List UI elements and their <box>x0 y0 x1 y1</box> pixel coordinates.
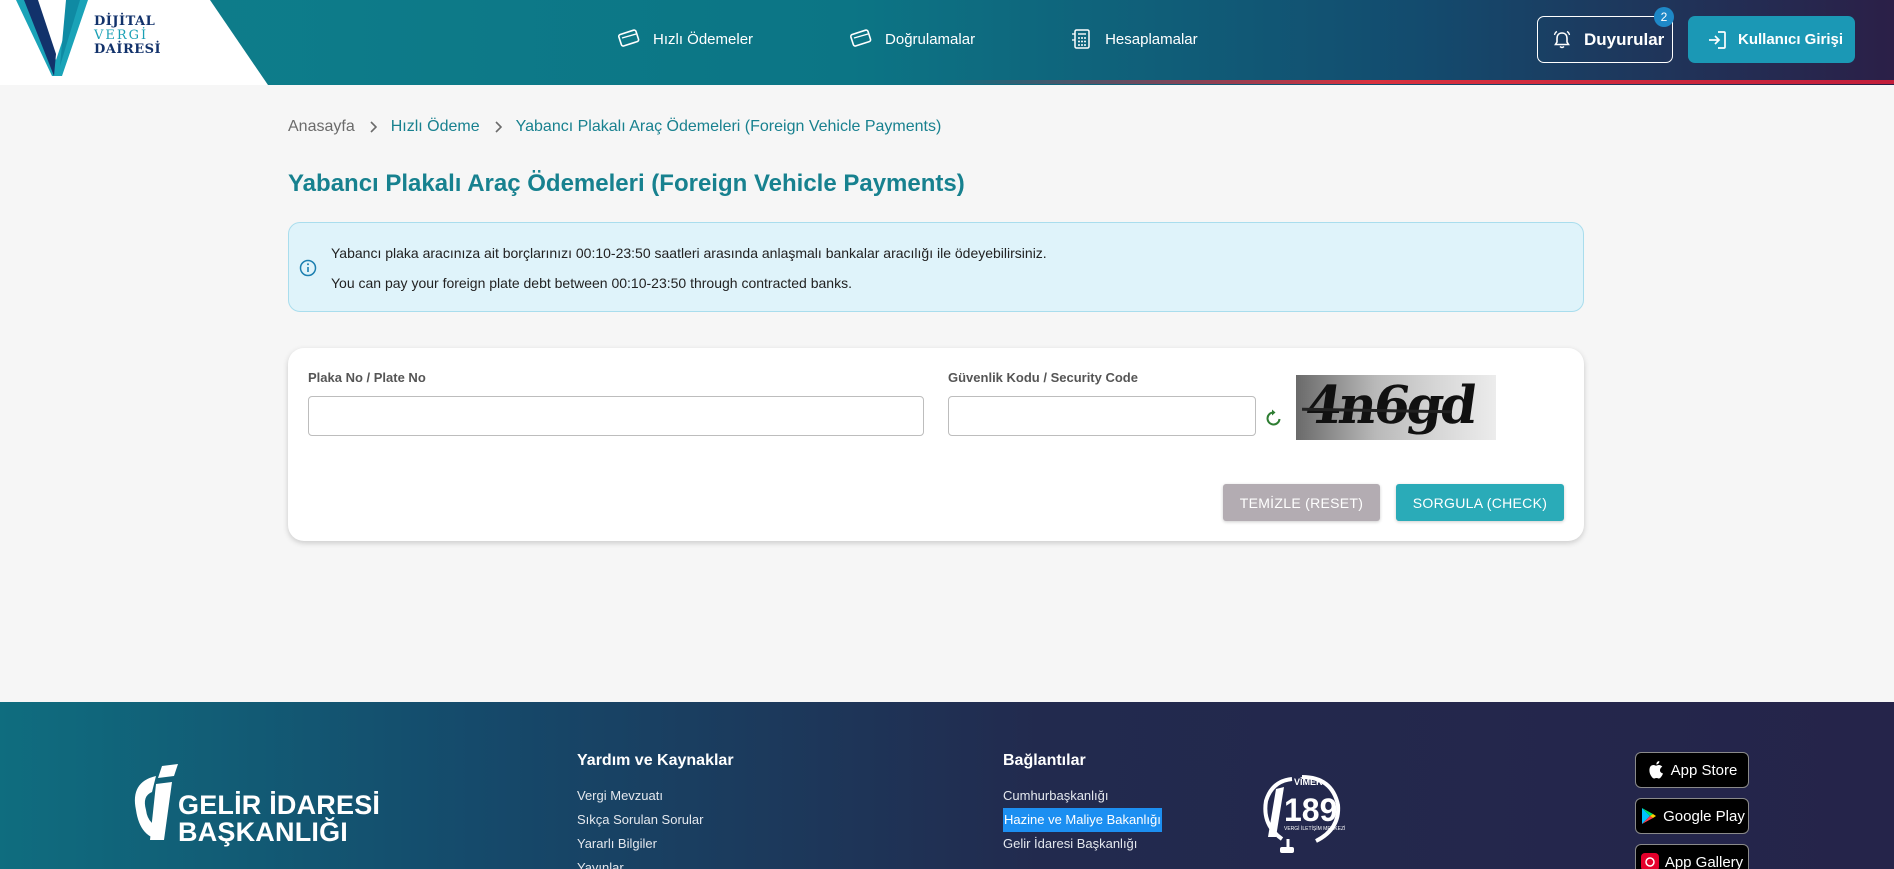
payment-card-icon <box>617 29 640 47</box>
security-code-label: Güvenlik Kodu / Security Code <box>948 370 1138 385</box>
announcements-count-badge: 2 <box>1654 7 1674 27</box>
info-alert: Yabancı plaka aracınıza ait borçlarınızı… <box>288 222 1584 312</box>
top-header: DİJİTAL VERGİ DAİRESİ Hızlı Ödemeler Doğ… <box>0 0 1894 85</box>
svg-text:VİMER: VİMER <box>1294 777 1323 787</box>
logo-wordmark: DİJİTAL VERGİ DAİRESİ <box>94 15 161 57</box>
footer-help-title: Yardım ve Kaynaklar <box>577 752 734 769</box>
page-title: Yabancı Plakalı Araç Ödemeleri (Foreign … <box>288 170 965 197</box>
header-accent-stripe <box>940 80 1894 84</box>
vimer-189-logo-icon: VİMER 189 VERGİ İLETİŞİM MERKEZİ <box>1263 775 1345 853</box>
google-play-badge[interactable]: Google Play <box>1635 798 1749 834</box>
logo-line-2: VERGİ <box>94 28 149 43</box>
gib-wordmark: GELİR İDARESİ BAŞKANLIĞI <box>178 792 380 846</box>
security-code-input[interactable] <box>948 396 1256 436</box>
calculator-icon <box>1072 29 1090 49</box>
app-store-label: App Store <box>1670 761 1738 779</box>
footer-link-presidency[interactable]: Cumhurbaşkanlığı <box>1003 784 1162 808</box>
svg-text:VERGİ İLETİŞİM MERKEZİ: VERGİ İLETİŞİM MERKEZİ <box>1284 825 1345 832</box>
breadcrumb-current: Yabancı Plakalı Araç Ödemeleri (Foreign … <box>515 118 942 135</box>
breadcrumb-fast-payment[interactable]: Hızlı Ödeme <box>391 118 480 136</box>
main-nav: Hızlı Ödemeler Doğrulamalar Hesaplamalar <box>617 28 1198 50</box>
user-login-label: Kullanıcı Girişi <box>1738 31 1844 48</box>
google-play-label: Google Play <box>1663 807 1745 825</box>
google-play-icon <box>1642 808 1657 824</box>
login-icon <box>1709 30 1726 49</box>
footer-links-column: Bağlantılar Cumhurbaşkanlığı Hazine ve M… <box>1003 752 1162 856</box>
site-logo[interactable]: DİJİTAL VERGİ DAİRESİ <box>0 0 268 85</box>
breadcrumb-home[interactable]: Anasayfa <box>288 118 355 136</box>
svg-text:189: 189 <box>1284 792 1337 828</box>
footer-link-useful-info[interactable]: Yararlı Bilgiler <box>577 832 734 856</box>
nav-verifications[interactable]: Doğrulamalar <box>849 28 975 50</box>
captcha-image: 4n6gd <box>1296 375 1496 440</box>
info-text-turkish: Yabancı plaka aracınıza ait borçlarınızı… <box>331 245 1047 261</box>
nav-fast-payments-label: Hızlı Ödemeler <box>653 30 754 48</box>
plate-query-form: Plaka No / Plate No Güvenlik Kodu / Secu… <box>288 348 1584 541</box>
chevron-right-icon <box>494 121 502 133</box>
verify-card-icon <box>850 29 872 47</box>
refresh-captcha-icon[interactable] <box>1264 408 1284 428</box>
footer-help-column: Yardım ve Kaynaklar Vergi Mevzuatı Sıkça… <box>577 752 734 869</box>
logo-line-3: DAİRESİ <box>94 42 162 57</box>
check-button[interactable]: SORGULA (CHECK) <box>1396 484 1564 521</box>
reset-button[interactable]: TEMİZLE (RESET) <box>1223 484 1380 521</box>
gib-line-2: BAŞKANLIĞI <box>178 817 348 847</box>
footer-link-faq[interactable]: Sıkça Sorulan Sorular <box>577 808 734 832</box>
site-footer: GELİR İDARESİ BAŞKANLIĞI Yardım ve Kayna… <box>0 702 1894 869</box>
footer-link-treasury-ministry[interactable]: Hazine ve Maliye Bakanlığı <box>1003 808 1162 832</box>
apple-icon <box>1649 761 1663 779</box>
footer-link-revenue-administration[interactable]: Gelir İdaresi Başkanlığı <box>1003 832 1162 856</box>
user-login-button[interactable]: Kullanıcı Girişi <box>1688 16 1855 63</box>
plate-number-input[interactable] <box>308 396 924 436</box>
announcements-button[interactable]: Duyurular 2 <box>1537 7 1674 63</box>
info-icon <box>299 259 317 277</box>
announcements-label: Duyurular <box>1584 29 1665 49</box>
info-text-english: You can pay your foreign plate debt betw… <box>331 275 852 291</box>
breadcrumb: Anasayfa Hızlı Ödeme Yabancı Plakalı Ara… <box>288 118 941 136</box>
nav-verifications-label: Doğrulamalar <box>885 30 976 48</box>
chevron-right-icon <box>369 121 377 133</box>
bell-icon <box>1553 30 1571 48</box>
nav-fast-payments[interactable]: Hızlı Ödemeler <box>617 28 753 50</box>
captcha-text: 4n6gd <box>1301 375 1479 436</box>
footer-links-title: Bağlantılar <box>1003 752 1086 769</box>
huawei-icon <box>1640 853 1659 869</box>
app-store-badge[interactable]: App Store <box>1635 752 1749 788</box>
dvd-logo-icon <box>16 0 88 76</box>
footer-link-publications[interactable]: Yayınlar <box>577 856 734 869</box>
app-gallery-badge[interactable]: App Gallery <box>1635 844 1749 869</box>
gib-line-1: GELİR İDARESİ <box>178 790 381 820</box>
footer-link-tax-legislation[interactable]: Vergi Mevzuatı <box>577 784 734 808</box>
logo-line-1: DİJİTAL <box>94 14 156 29</box>
plate-number-label: Plaka No / Plate No <box>308 370 426 385</box>
app-gallery-label: App Gallery <box>1664 853 1744 869</box>
nav-calculations-label: Hesaplamalar <box>1105 30 1198 48</box>
nav-calculations[interactable]: Hesaplamalar <box>1071 28 1198 50</box>
